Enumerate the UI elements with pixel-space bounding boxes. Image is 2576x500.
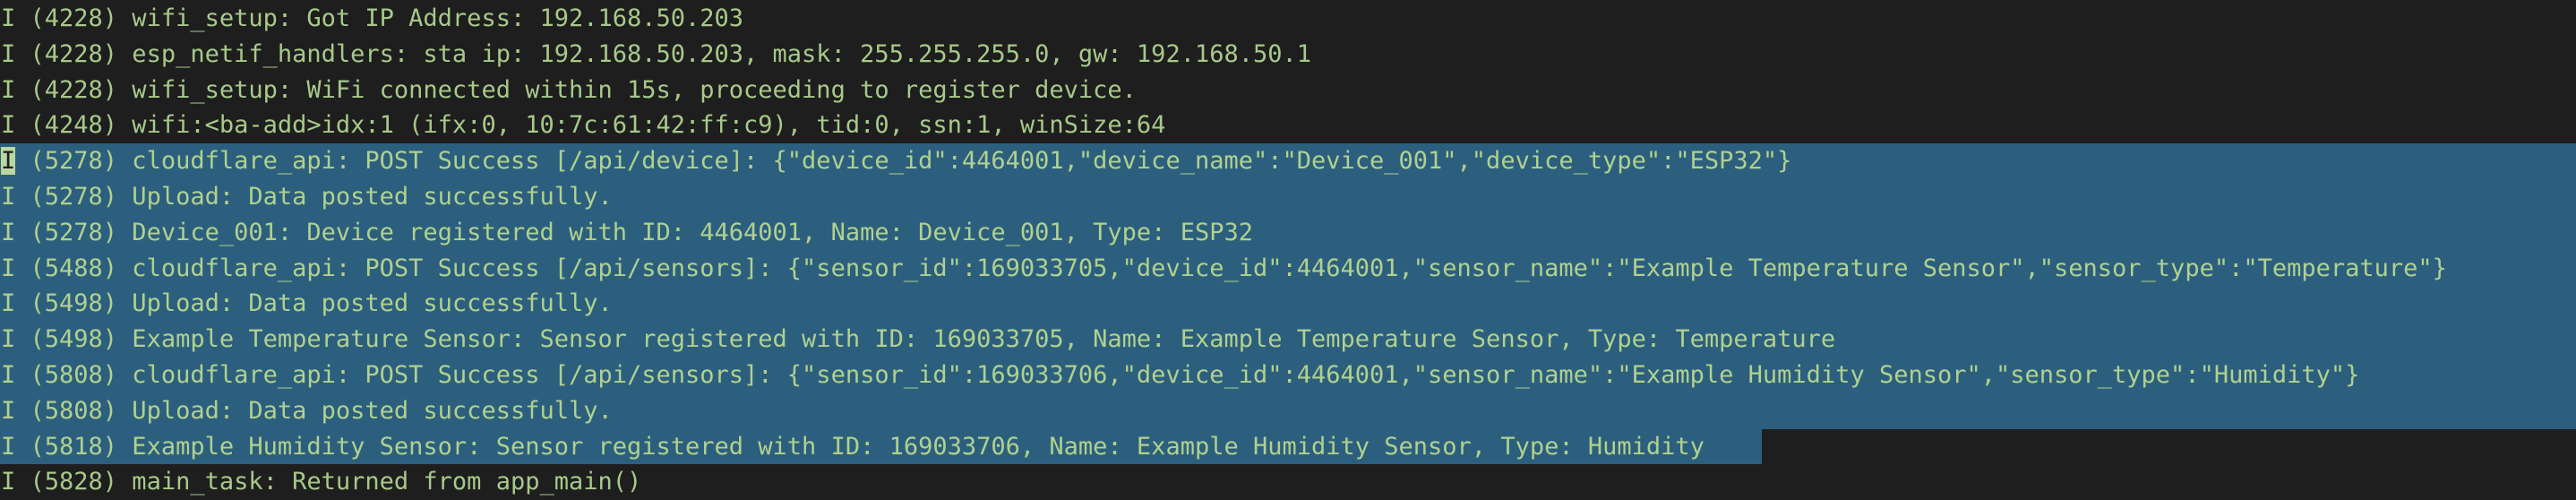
log-message: (5828) main_task: Returned from app_main… bbox=[15, 468, 642, 496]
log-line-selected: I (5498) Example Temperature Sensor: Sen… bbox=[0, 322, 2576, 358]
log-level: I bbox=[1, 468, 16, 496]
log-message: (5278) cloudflare_api: POST Success [/ap… bbox=[15, 147, 1792, 176]
log-message: (5488) cloudflare_api: POST Success [/ap… bbox=[15, 254, 2447, 282]
log-message: (4228) esp_netif_handlers: sta ip: 192.1… bbox=[15, 39, 1311, 68]
log-line-selected: I (5818) Example Humidity Sensor: Sensor… bbox=[0, 428, 2576, 465]
log-line-selected: I (5278) Upload: Data posted successfull… bbox=[0, 178, 2576, 215]
log-message: (5498) Example Temperature Sensor: Senso… bbox=[15, 325, 1836, 354]
log-level: I bbox=[1, 432, 16, 461]
log-message: (4228) wifi_setup: Got IP Address: 192.1… bbox=[15, 4, 744, 32]
log-line-selected: I (5278) Device_001: Device registered w… bbox=[0, 214, 2576, 251]
log-level: I bbox=[1, 218, 16, 246]
log-level: I bbox=[1, 289, 16, 318]
log-message: (5808) Upload: Data posted successfully. bbox=[15, 396, 613, 425]
log-level: I bbox=[1, 39, 16, 68]
log-message: (5818) Example Humidity Sensor: Sensor r… bbox=[15, 432, 1704, 461]
log-message: (5498) Upload: Data posted successfully. bbox=[15, 289, 613, 318]
log-line: I (4228) wifi_setup: WiFi connected with… bbox=[0, 73, 2576, 108]
log-message: (4228) wifi_setup: WiFi connected within… bbox=[15, 75, 1137, 104]
log-message: (5808) cloudflare_api: POST Success [/ap… bbox=[15, 360, 2360, 389]
log-line-selected: I (5488) cloudflare_api: POST Success [/… bbox=[0, 250, 2576, 287]
log-level: I bbox=[1, 325, 16, 354]
log-level: I bbox=[1, 75, 16, 104]
log-line: I (4228) wifi_setup: Got IP Address: 192… bbox=[0, 1, 2576, 37]
log-line-selected: I (5498) Upload: Data posted successfull… bbox=[0, 286, 2576, 322]
text-cursor: I bbox=[1, 147, 16, 176]
log-line: I (5828) main_task: Returned from app_ma… bbox=[0, 464, 2576, 500]
log-level: I bbox=[1, 111, 16, 140]
log-message: (5278) Device_001: Device registered wit… bbox=[15, 218, 1253, 246]
log-level: I bbox=[1, 396, 16, 425]
terminal-output[interactable]: I (4228) wifi_setup: Got IP Address: 192… bbox=[0, 0, 2576, 498]
log-line-selected: I (5808) cloudflare_api: POST Success [/… bbox=[0, 357, 2576, 393]
log-level: I bbox=[1, 254, 16, 282]
log-message: (5278) Upload: Data posted successfully. bbox=[15, 182, 613, 211]
log-line-selected: I (5808) Upload: Data posted successfull… bbox=[0, 392, 2576, 429]
log-level: I bbox=[1, 182, 16, 211]
log-line: I (4248) wifi:<ba-add>idx:1 (ifx:0, 10:7… bbox=[0, 108, 2576, 143]
log-level: I bbox=[1, 360, 16, 389]
log-level: I bbox=[1, 4, 16, 32]
log-message: (4248) wifi:<ba-add>idx:1 (ifx:0, 10:7c:… bbox=[15, 111, 1166, 140]
log-line: I (4228) esp_netif_handlers: sta ip: 192… bbox=[0, 37, 2576, 73]
log-line-selected: I (5278) cloudflare_api: POST Success [/… bbox=[0, 143, 2576, 179]
